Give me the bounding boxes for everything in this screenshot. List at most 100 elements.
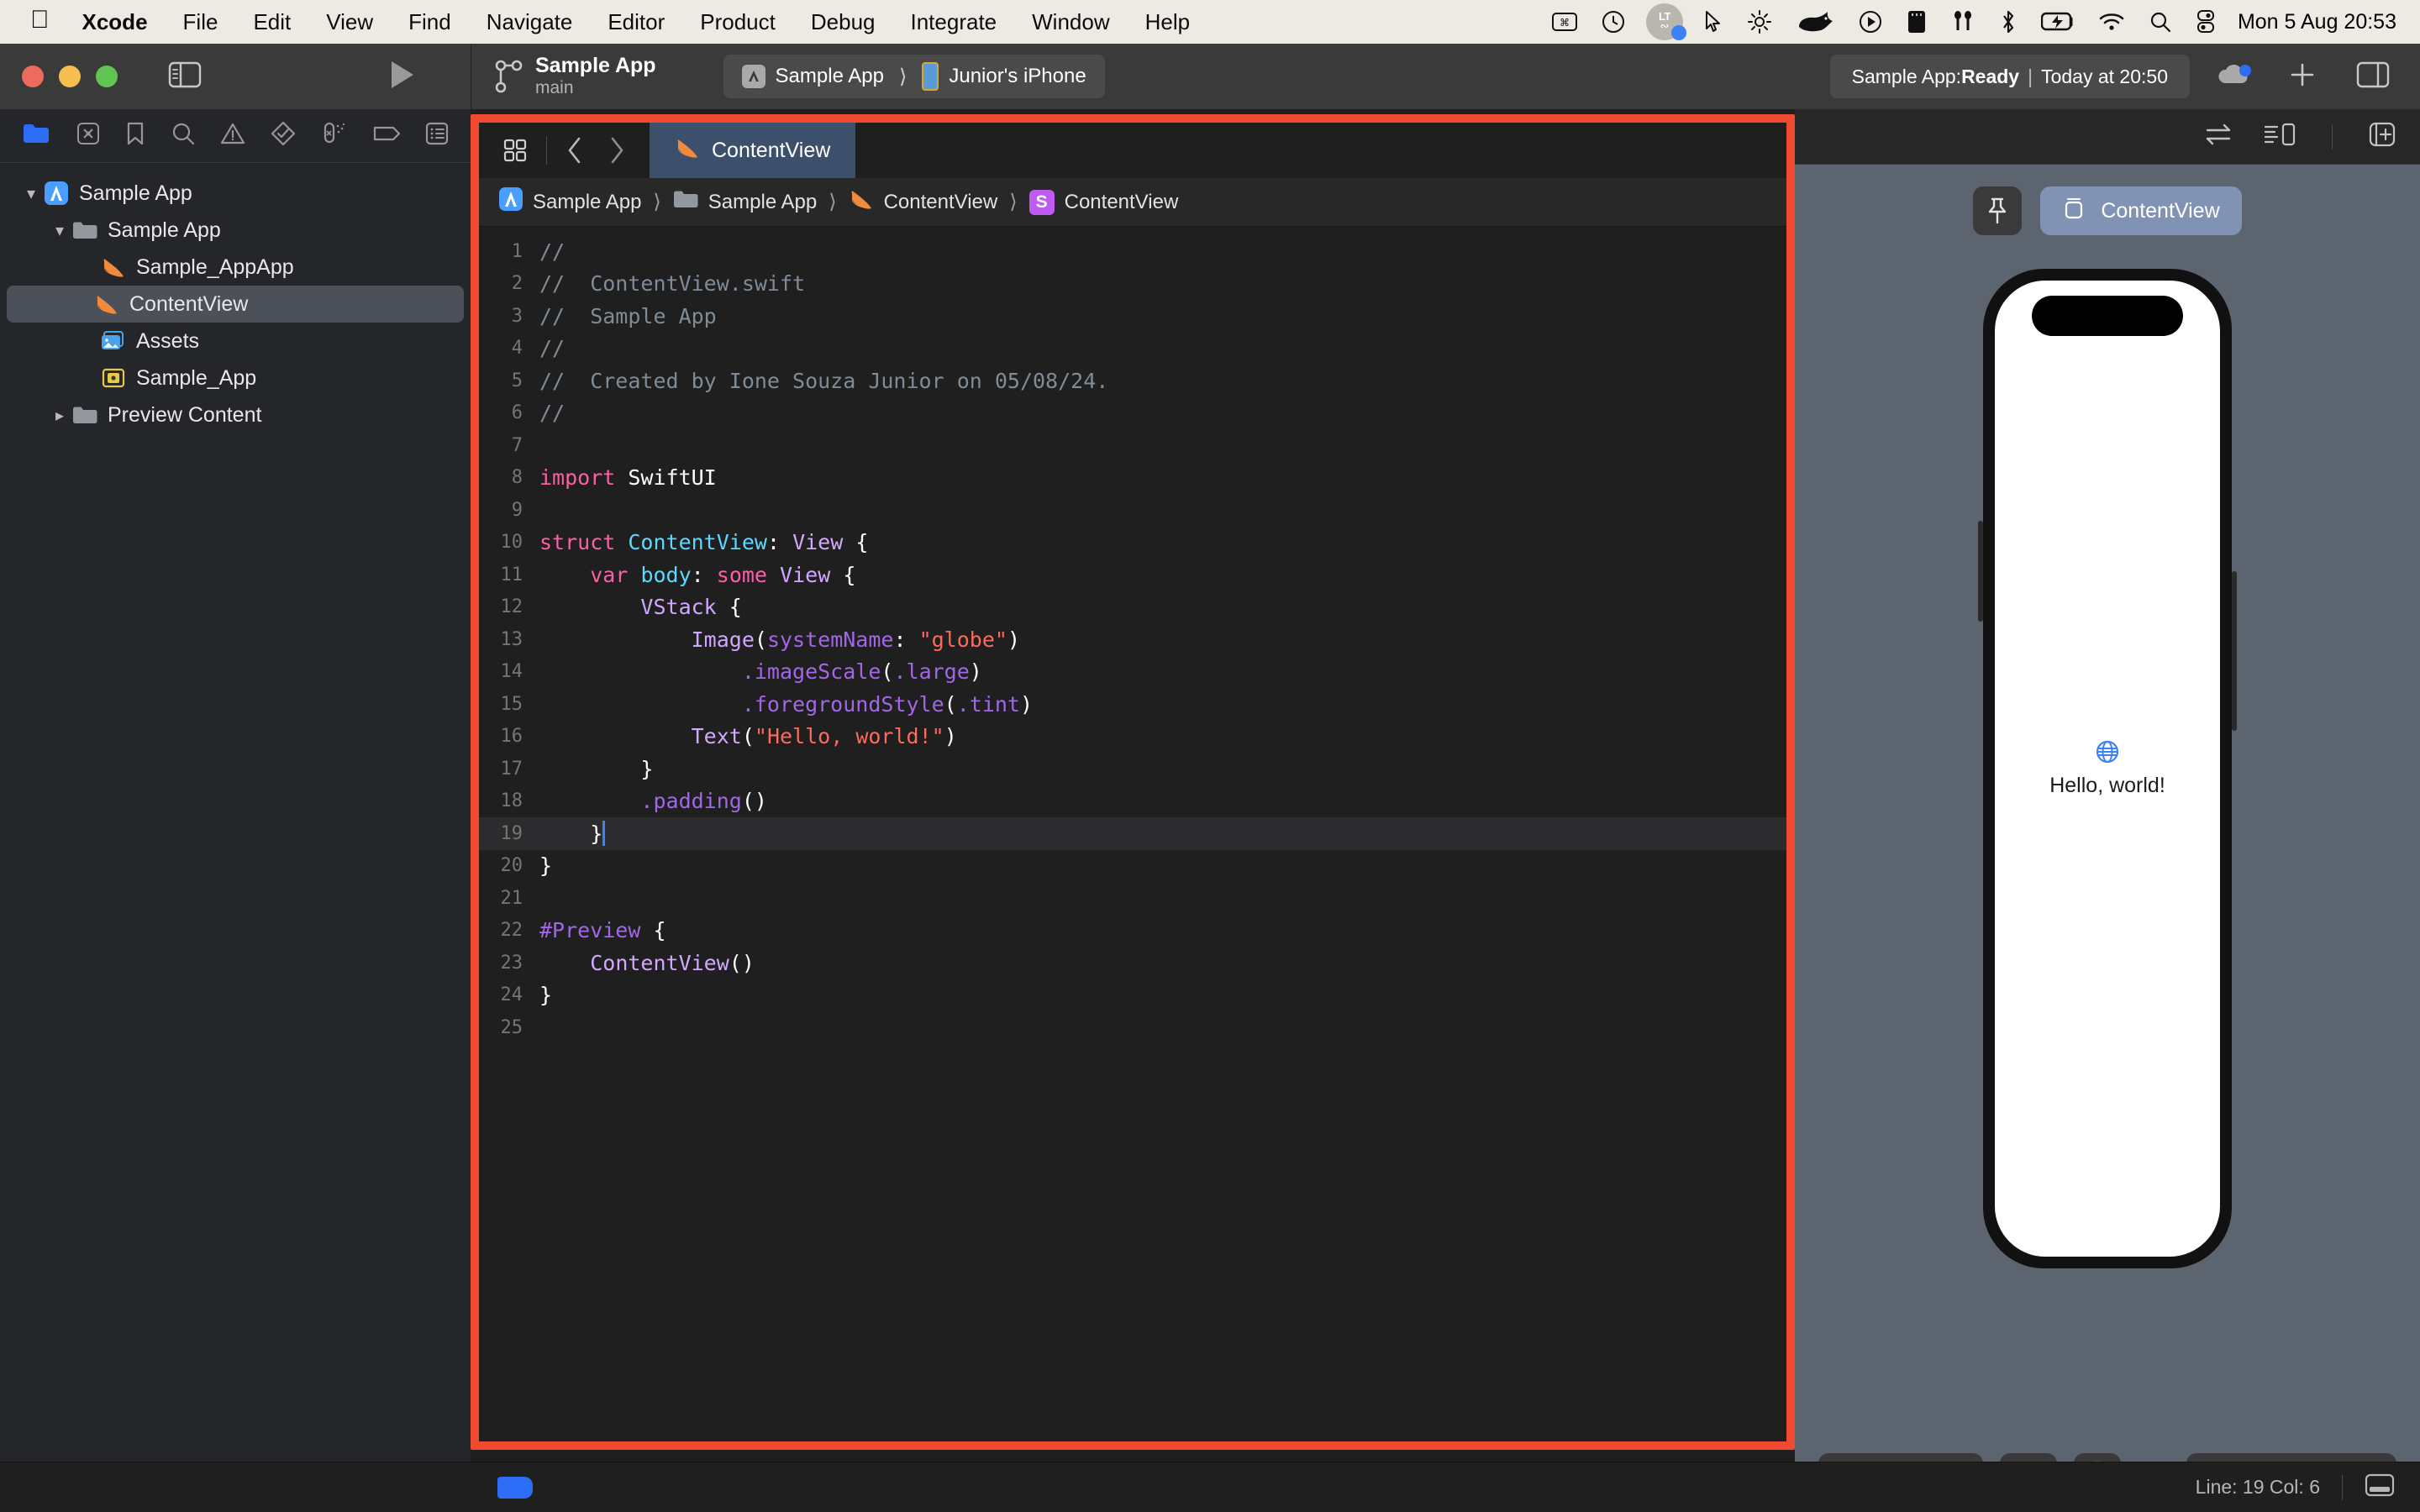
- cloud-status-icon[interactable]: [2215, 60, 2254, 94]
- code-line[interactable]: 2 // ContentView.swift: [479, 268, 1786, 301]
- tree-row[interactable]: Sample_App: [7, 360, 464, 396]
- menu-item-edit[interactable]: Edit: [235, 9, 308, 35]
- code-line[interactable]: 6 //: [479, 397, 1786, 430]
- code-line[interactable]: 4 //: [479, 333, 1786, 365]
- code-line[interactable]: 12 VStack {: [479, 591, 1786, 624]
- go-back-icon[interactable]: [554, 136, 596, 165]
- keyboard-input-icon[interactable]: ⌘: [1540, 0, 1589, 44]
- sidebar-item-contentview[interactable]: ContentView: [7, 286, 464, 323]
- breadcrumb-item-folder[interactable]: Sample App: [673, 189, 817, 215]
- breadcrumb-item-project[interactable]: Sample App: [499, 187, 641, 217]
- menu-item-debug[interactable]: Debug: [793, 9, 893, 35]
- code-line[interactable]: 21: [479, 882, 1786, 915]
- apple-logo-icon[interactable]: : [15, 8, 65, 36]
- breakpoint-navigator-icon[interactable]: [372, 123, 401, 149]
- test-navigator-icon[interactable]: [271, 121, 296, 150]
- device-screen[interactable]: Hello, world!: [1995, 281, 2220, 1257]
- bartender-cat-icon[interactable]: [1784, 0, 1846, 44]
- disclosure-triangle-icon[interactable]: ▾: [20, 183, 42, 204]
- tab-contentview[interactable]: ContentView: [650, 123, 856, 178]
- menu-item-window[interactable]: Window: [1014, 9, 1127, 35]
- code-line[interactable]: 18 .padding(): [479, 785, 1786, 818]
- battery-charging-icon[interactable]: [2029, 0, 2086, 44]
- menu-bar-clock[interactable]: Mon 5 Aug 20:53: [2228, 10, 2405, 34]
- code-line[interactable]: 23 ContentView(): [479, 947, 1786, 979]
- run-button[interactable]: [387, 58, 418, 96]
- notes-icon[interactable]: [1895, 0, 1939, 44]
- pin-preview-icon[interactable]: [1973, 186, 2023, 235]
- menu-item-editor[interactable]: Editor: [590, 9, 682, 35]
- control-center-icon[interactable]: [2184, 0, 2228, 44]
- code-line[interactable]: 19 }: [479, 817, 1786, 850]
- toggle-navigator-icon[interactable]: [168, 60, 202, 93]
- preview-canvas[interactable]: ContentView Hello, world!: [1795, 165, 2420, 1441]
- code-line[interactable]: 15 .foregroundStyle(.tint): [479, 688, 1786, 721]
- tree-row[interactable]: ▸ Preview Content: [7, 396, 464, 433]
- preview-selector-pill[interactable]: ContentView: [2040, 186, 2242, 235]
- code-line[interactable]: 5 // Created by Ione Souza Junior on 05/0…: [479, 365, 1786, 397]
- disclosure-triangle-icon[interactable]: ▸: [49, 405, 71, 426]
- time-machine-icon[interactable]: [1589, 0, 1638, 44]
- code-line[interactable]: 22 #Preview {: [479, 915, 1786, 948]
- code-line[interactable]: 8 import SwiftUI: [479, 462, 1786, 495]
- code-line[interactable]: 11 var body: some View {: [479, 559, 1786, 591]
- go-forward-icon[interactable]: [596, 136, 638, 165]
- canvas-layout-icon[interactable]: [2263, 121, 2296, 152]
- toggle-debug-area-icon[interactable]: [2365, 1473, 2395, 1503]
- code-line[interactable]: 17 }: [479, 753, 1786, 785]
- zoom-button[interactable]: [96, 66, 118, 87]
- menu-item-find[interactable]: Find: [391, 9, 469, 35]
- wifi-icon[interactable]: [2086, 0, 2137, 44]
- airpods-icon[interactable]: [1939, 0, 1987, 44]
- scheme-destination-selector[interactable]: Sample App ⟩ Junior's iPhone: [723, 55, 1105, 98]
- brightness-icon[interactable]: [1735, 0, 1784, 44]
- code-line[interactable]: 25: [479, 1011, 1786, 1044]
- spotlight-search-icon[interactable]: [2137, 0, 2184, 44]
- toggle-inspector-icon[interactable]: [2356, 60, 2390, 93]
- code-line[interactable]: 14 .imageScale(.large): [479, 656, 1786, 689]
- bluetooth-icon[interactable]: [1987, 0, 2029, 44]
- code-line[interactable]: 9: [479, 494, 1786, 527]
- disclosure-triangle-icon[interactable]: ▾: [49, 220, 71, 241]
- report-navigator-icon[interactable]: [425, 121, 449, 150]
- tree-row[interactable]: Sample_AppApp: [7, 249, 464, 286]
- code-line[interactable]: 13 Image(systemName: "globe"): [479, 623, 1786, 656]
- code-editor-text-area[interactable]: 1 // 2 // ContentView.swift 3 // Sample App 4 /…: [479, 227, 1786, 1441]
- tree-row[interactable]: ▾ Sample App: [7, 175, 464, 212]
- project-navigator-icon[interactable]: [22, 122, 50, 150]
- little-snitch-icon[interactable]: LT ∾: [1645, 3, 1686, 40]
- menu-item-product[interactable]: Product: [682, 9, 793, 35]
- related-items-icon[interactable]: [491, 138, 539, 163]
- minimize-button[interactable]: [59, 66, 81, 87]
- play-circle-icon[interactable]: [1846, 0, 1895, 44]
- bookmark-navigator-icon[interactable]: [125, 121, 145, 150]
- code-line[interactable]: 3 // Sample App: [479, 300, 1786, 333]
- debug-navigator-icon[interactable]: [320, 121, 347, 150]
- code-line[interactable]: 24}: [479, 979, 1786, 1012]
- breadcrumb-item-symbol[interactable]: S ContentView: [1028, 189, 1178, 215]
- code-line[interactable]: 7: [479, 429, 1786, 462]
- tree-row[interactable]: Assets: [7, 323, 464, 360]
- menu-item-file[interactable]: File: [166, 9, 236, 35]
- menu-item-navigate[interactable]: Navigate: [469, 9, 591, 35]
- code-line[interactable]: 16 Text("Hello, world!"): [479, 721, 1786, 753]
- menu-item-integrate[interactable]: Integrate: [893, 9, 1015, 35]
- close-button[interactable]: [22, 66, 44, 87]
- code-line[interactable]: 10 struct ContentView: View {: [479, 527, 1786, 559]
- menu-item-view[interactable]: View: [308, 9, 391, 35]
- issue-navigator-icon[interactable]: [220, 122, 245, 150]
- breakpoint-indicator[interactable]: [497, 1476, 533, 1499]
- menu-item-help[interactable]: Help: [1128, 9, 1207, 35]
- breadcrumb-item-file[interactable]: ContentView: [849, 188, 997, 216]
- swap-editor-icon[interactable]: [2202, 121, 2234, 152]
- add-editor-icon[interactable]: [2368, 121, 2396, 152]
- source-control-navigator-icon[interactable]: [76, 121, 101, 150]
- branch-block[interactable]: Sample App main: [493, 54, 673, 99]
- menu-item-xcode[interactable]: Xcode: [65, 9, 166, 35]
- code-line[interactable]: 20}: [479, 850, 1786, 883]
- find-navigator-icon[interactable]: [171, 121, 196, 150]
- tree-row[interactable]: ▾ Sample App: [7, 212, 464, 249]
- activity-status-pill[interactable]: Sample App: Ready | Today at 20:50: [1829, 55, 2190, 98]
- add-editor-icon[interactable]: [2287, 60, 2317, 94]
- code-line[interactable]: 1 //: [479, 235, 1786, 268]
